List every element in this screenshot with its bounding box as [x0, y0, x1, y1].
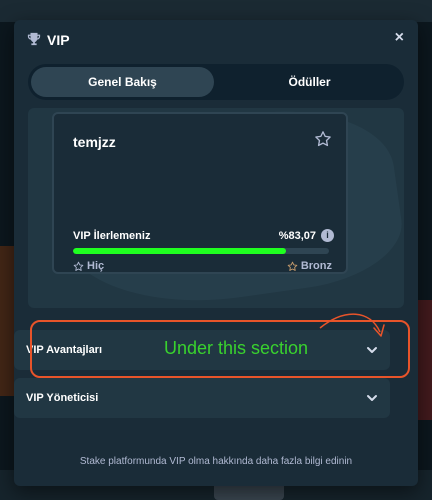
chevron-down-icon — [367, 395, 377, 401]
tier-from: Hiç — [73, 260, 104, 272]
trophy-icon — [27, 32, 41, 46]
annotation-text: Under this section — [164, 338, 309, 358]
close-icon[interactable]: × — [395, 30, 404, 46]
tab-rewards[interactable]: Ödüller — [218, 67, 401, 97]
modal-header: VIP × — [14, 20, 418, 60]
modal-title: VIP — [47, 32, 70, 48]
background-game-strip — [0, 0, 432, 22]
tab-overview[interactable]: Genel Bakış — [31, 67, 214, 97]
progress-fill — [73, 248, 286, 254]
star-outline-icon — [287, 261, 298, 271]
star-outline-icon — [73, 261, 84, 271]
tier-to-label: Bronz — [300, 260, 332, 272]
accordion-label: VIP Yöneticisi — [26, 392, 99, 404]
annotation-arrow-icon — [319, 313, 385, 337]
info-icon[interactable]: i — [321, 229, 334, 242]
username: temjzz — [73, 134, 116, 150]
progress-label: VIP İlerlemeniz — [73, 230, 151, 242]
vip-progress-card: temjzz VIP İlerlemeniz %83,07 i Hiç Bron… — [52, 112, 348, 274]
tier-from-label: Hiç — [87, 260, 105, 272]
tab-bar: Genel Bakış Ödüller — [28, 64, 404, 100]
accordion-vip-manager[interactable]: VIP Yöneticisi — [14, 378, 390, 418]
progress-track — [73, 248, 329, 254]
star-icon[interactable] — [314, 130, 332, 148]
vip-info-link[interactable]: Stake platformunda VIP olma hakkında dah… — [0, 456, 432, 467]
progress-value: %83,07 — [278, 230, 316, 242]
tier-to: Bronz — [287, 260, 332, 272]
